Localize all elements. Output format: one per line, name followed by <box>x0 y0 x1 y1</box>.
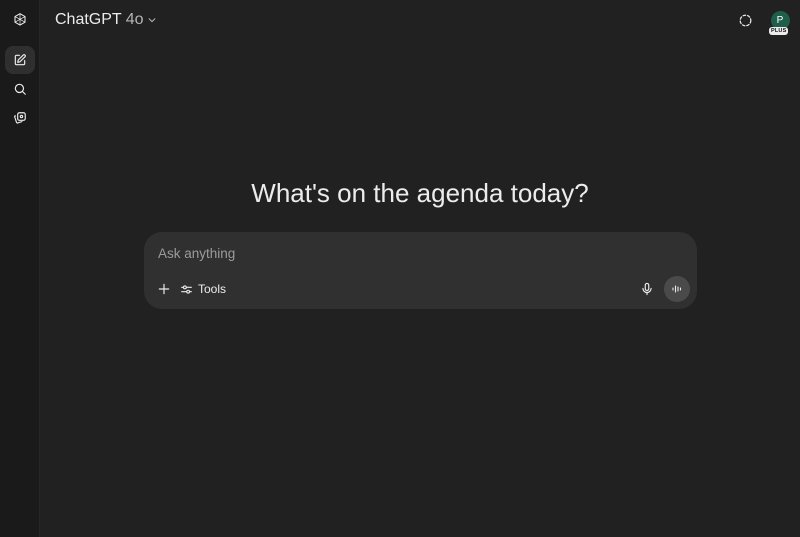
sidebar-rail <box>0 0 40 537</box>
microphone-icon <box>642 282 652 296</box>
new-chat-icon <box>14 54 26 66</box>
account-menu[interactable]: P PLUS <box>769 11 790 39</box>
plus-icon <box>158 283 170 295</box>
temporary-chat-button[interactable] <box>735 10 755 30</box>
tools-button[interactable]: Tools <box>180 279 226 299</box>
plan-badge: PLUS <box>769 27 789 35</box>
openai-logo-button[interactable] <box>5 6 35 34</box>
search-chats-button[interactable] <box>5 75 35 103</box>
voice-mode-button[interactable] <box>664 276 690 302</box>
model-name: ChatGPT <box>55 11 122 28</box>
voice-wave-icon <box>672 285 682 293</box>
model-version: 4o <box>125 11 144 28</box>
top-bar: ChatGPT 4o P PLUS <box>40 0 800 40</box>
library-button[interactable] <box>5 104 35 132</box>
main-area: ChatGPT 4o P PLUS What's on the agenda t… <box>40 0 800 537</box>
new-chat-button[interactable] <box>4 46 35 74</box>
temporary-chat-icon <box>739 14 751 26</box>
page-title: What's on the agenda today? <box>251 178 589 208</box>
tools-label: Tools <box>198 282 227 296</box>
library-icon <box>13 112 26 124</box>
sliders-icon <box>181 284 192 294</box>
prompt-input[interactable] <box>158 242 678 264</box>
search-icon <box>14 83 26 95</box>
chevron-down-icon <box>149 18 156 23</box>
openai-logo-icon <box>13 13 26 26</box>
composer: Tools <box>144 232 697 309</box>
add-attachment-button[interactable] <box>154 279 174 299</box>
app-window: ChatGPT 4o P PLUS What's on the agenda t… <box>0 0 800 537</box>
model-switcher[interactable]: ChatGPT 4o <box>50 8 162 32</box>
dictate-button[interactable] <box>637 279 657 299</box>
